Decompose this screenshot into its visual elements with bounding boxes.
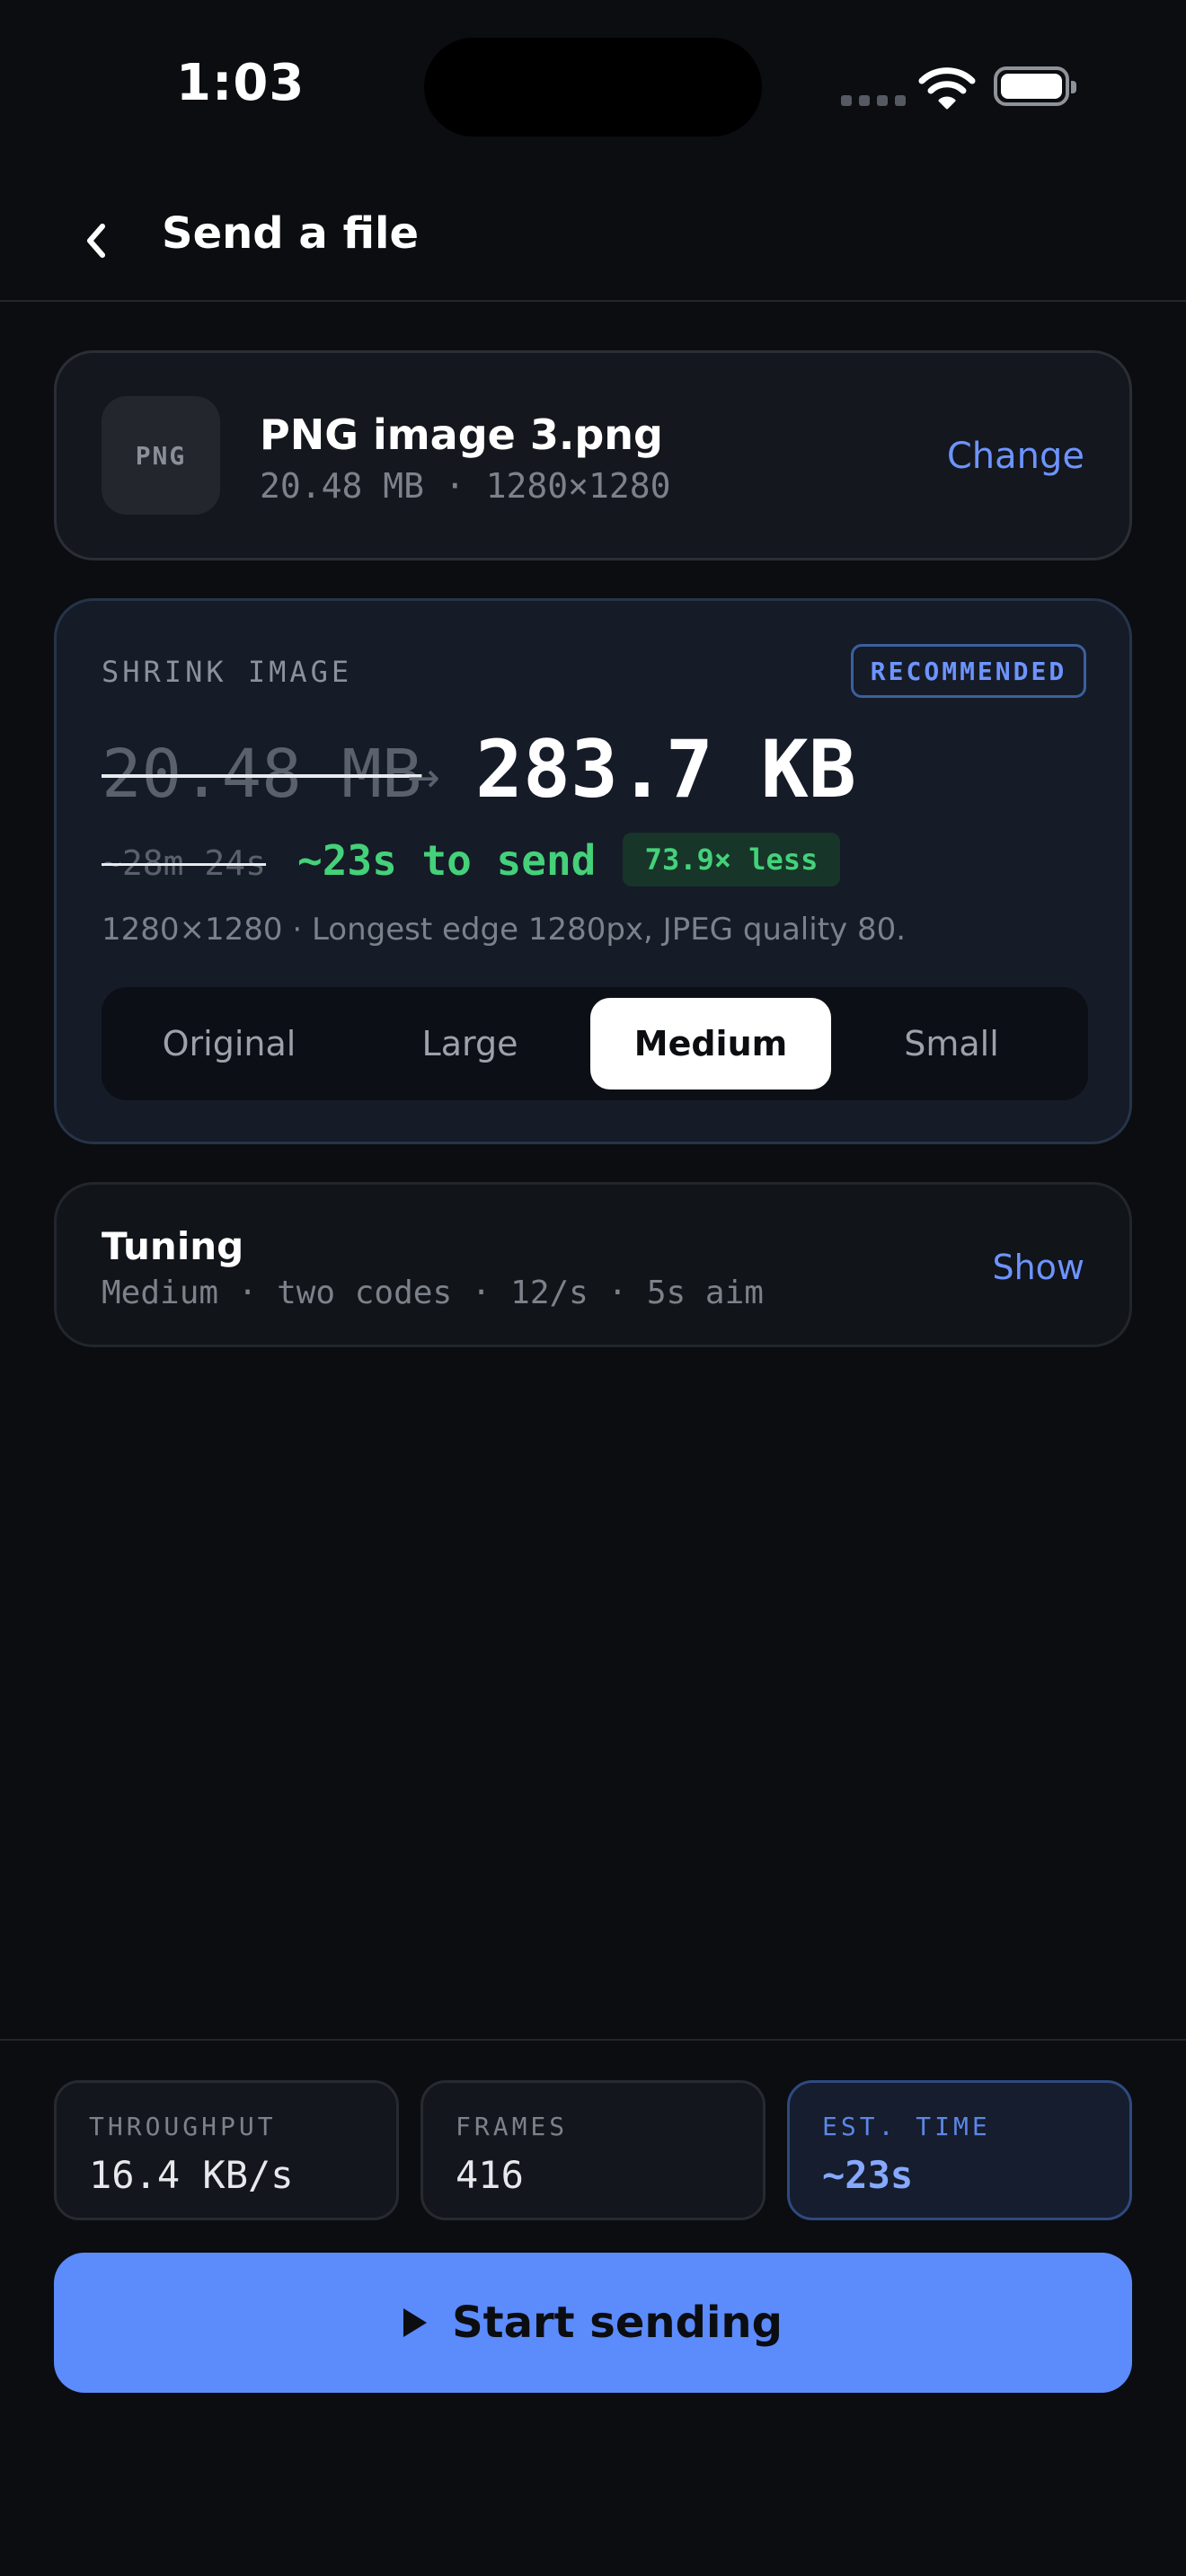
stat-label: EST. TIME [822, 2112, 991, 2141]
battery-icon [994, 66, 1076, 106]
recommended-badge: RECOMMENDED [851, 644, 1086, 698]
size-option-medium[interactable]: Medium [590, 998, 831, 1090]
stat-label: THROUGHPUT [89, 2112, 277, 2141]
file-meta: 20.48 MB · 1280×1280 [260, 466, 671, 506]
stat-label: FRAMES [456, 2112, 569, 2141]
new-send-time: ~23s to send [297, 836, 597, 885]
footer-divider [0, 2039, 1186, 2041]
frames-stat: FRAMES 416 [420, 2080, 766, 2220]
nav-header: Send a file [0, 180, 1186, 302]
file-name: PNG image 3.png [260, 410, 663, 459]
original-send-time: ~28m 24s [102, 843, 267, 883]
file-card: PNG PNG image 3.png 20.48 MB · 1280×1280… [54, 350, 1132, 560]
start-sending-button[interactable]: Start sending [54, 2253, 1132, 2393]
wifi-icon [918, 67, 976, 110]
stat-value: ~23s [822, 2153, 914, 2197]
stat-value: 416 [456, 2153, 524, 2197]
shrink-description: 1280×1280 · Longest edge 1280px, JPEG qu… [102, 912, 907, 948]
compressed-size: 283.7 KB [475, 723, 856, 816]
signal-icon [841, 95, 906, 106]
tuning-meta: Medium · two codes · 12/s · 5s aim [102, 1275, 764, 1311]
tuning-card[interactable]: Tuning Medium · two codes · 12/s · 5s ai… [54, 1182, 1132, 1347]
shrink-image-card: SHRINK IMAGE RECOMMENDED 20.48 MB → 283.… [54, 598, 1132, 1144]
reduction-badge: 73.9× less [623, 833, 840, 887]
page-title: Send a file [162, 208, 420, 259]
tuning-title: Tuning [102, 1224, 244, 1268]
show-tuning-button[interactable]: Show [992, 1248, 1084, 1287]
arrow-right-icon: → [407, 755, 440, 801]
size-segmented-control: Original Large Medium Small [102, 987, 1088, 1100]
size-option-small[interactable]: Small [831, 998, 1072, 1090]
chevron-left-icon[interactable] [72, 216, 122, 266]
throughput-stat: THROUGHPUT 16.4 KB/s [54, 2080, 399, 2220]
size-option-large[interactable]: Large [350, 998, 590, 1090]
change-file-button[interactable]: Change [947, 436, 1084, 477]
file-type-thumbnail: PNG [102, 396, 220, 515]
status-time: 1:03 [176, 54, 305, 112]
stat-value: 16.4 KB/s [89, 2153, 294, 2197]
est-time-stat: EST. TIME ~23s [787, 2080, 1132, 2220]
dynamic-island [424, 38, 762, 137]
shrink-heading: SHRINK IMAGE [102, 655, 353, 689]
size-option-original[interactable]: Original [109, 998, 350, 1090]
play-icon [403, 2308, 428, 2337]
start-sending-label: Start sending [452, 2298, 783, 2348]
original-size: 20.48 MB [102, 736, 422, 813]
